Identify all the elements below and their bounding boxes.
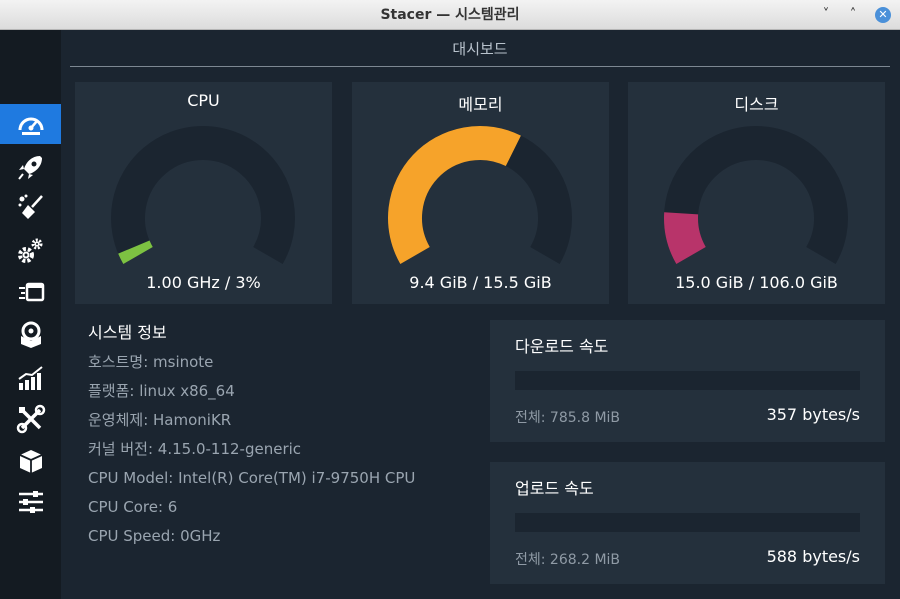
sidebar-item-services[interactable] [0,230,61,270]
system-info-os: 운영체제: HamoniKR [88,411,232,429]
sidebar-item-cleaner[interactable] [0,187,61,227]
cpu-label: CPU [187,91,220,110]
tools-wrench-icon [16,404,45,434]
sidebar-item-dashboard[interactable] [0,104,61,144]
download-graph-bar [515,371,860,390]
gears-services-icon [17,238,42,263]
cpu-gauge-fill [118,240,153,264]
upload-speed: 588 bytes/s [766,547,860,566]
sidebar-item-settings[interactable] [0,482,61,522]
memory-value: 9.4 GiB / 15.5 GiB [409,273,552,292]
sidebar-item-uninstaller[interactable] [0,315,61,355]
settings-sliders-icon [18,491,43,513]
system-info-platform: 플랫폼: linux x86_64 [88,382,235,400]
download-speed-card: 다운로드 속도 전체: 785.8 MiB 357 bytes/s [490,320,885,442]
upload-title: 업로드 속도 [515,479,594,498]
sidebar-item-tools[interactable] [0,399,61,439]
minimize-button[interactable]: ˅ [818,7,834,23]
sidebar-item-startup[interactable] [0,147,61,187]
close-button[interactable]: ✕ [875,7,891,23]
system-info-title: 시스템 정보 [88,323,167,342]
dashboard-page: 대시보드 CPU 1.00 GHz / 3% 메모리 9.4 GiB / 15.… [61,30,900,599]
rocket-icon [17,156,42,180]
cpu-value: 1.00 GHz / 3% [146,273,261,292]
window-title: Stacer — 시스템관리 [380,7,520,23]
upload-total: 전체: 268.2 MiB [515,552,621,568]
system-info-cpu-core: CPU Core: 6 [88,498,178,516]
system-info-hostname: 호스트명: msinote [88,353,214,371]
download-total: 전체: 785.8 MiB [515,410,621,426]
memory-gauge-fill [388,126,521,264]
disk-gauge-track [664,126,848,264]
upload-graph-bar [515,513,860,532]
system-info-panel: 시스템 정보 호스트명: msinote 플랫폼: linux x86_64 운… [88,322,488,554]
download-title: 다운로드 속도 [515,337,609,356]
disk-gauge-fill [664,212,707,264]
sidebar [0,30,61,599]
cpu-card: CPU 1.00 GHz / 3% [75,82,332,304]
resources-chart-icon [17,366,43,390]
processes-window-icon [18,282,44,302]
system-info-kernel: 커널 버전: 4.15.0-112-generic [88,440,302,458]
disk-card: 디스크 15.0 GiB / 106.0 GiB [628,82,885,304]
uninstaller-disk-icon [20,321,41,348]
disk-value: 15.0 GiB / 106.0 GiB [675,273,838,292]
disk-label: 디스크 [734,95,779,114]
broom-cleaner-icon [18,194,43,219]
dashboard-gauge-icon [18,117,43,135]
system-info-cpu-model: CPU Model: Intel(R) Core(TM) i7-9750H CP… [88,469,416,487]
sidebar-item-apt[interactable] [0,441,61,481]
system-info-cpu-speed: CPU Speed: 0GHz [88,527,221,545]
memory-label: 메모리 [458,95,503,114]
title-divider [70,66,890,67]
upload-speed-card: 업로드 속도 전체: 268.2 MiB 588 bytes/s [490,462,885,584]
cpu-gauge-track [111,126,295,264]
window-titlebar: Stacer — 시스템관리 ˅ ˄ ✕ [0,0,900,30]
maximize-button[interactable]: ˄ [845,7,861,23]
memory-card: 메모리 9.4 GiB / 15.5 GiB [352,82,609,304]
download-speed: 357 bytes/s [766,405,860,424]
sidebar-item-resources[interactable] [0,358,61,398]
package-box-icon [19,450,42,473]
page-title: 대시보드 [452,40,508,58]
sidebar-item-processes[interactable] [0,272,61,312]
